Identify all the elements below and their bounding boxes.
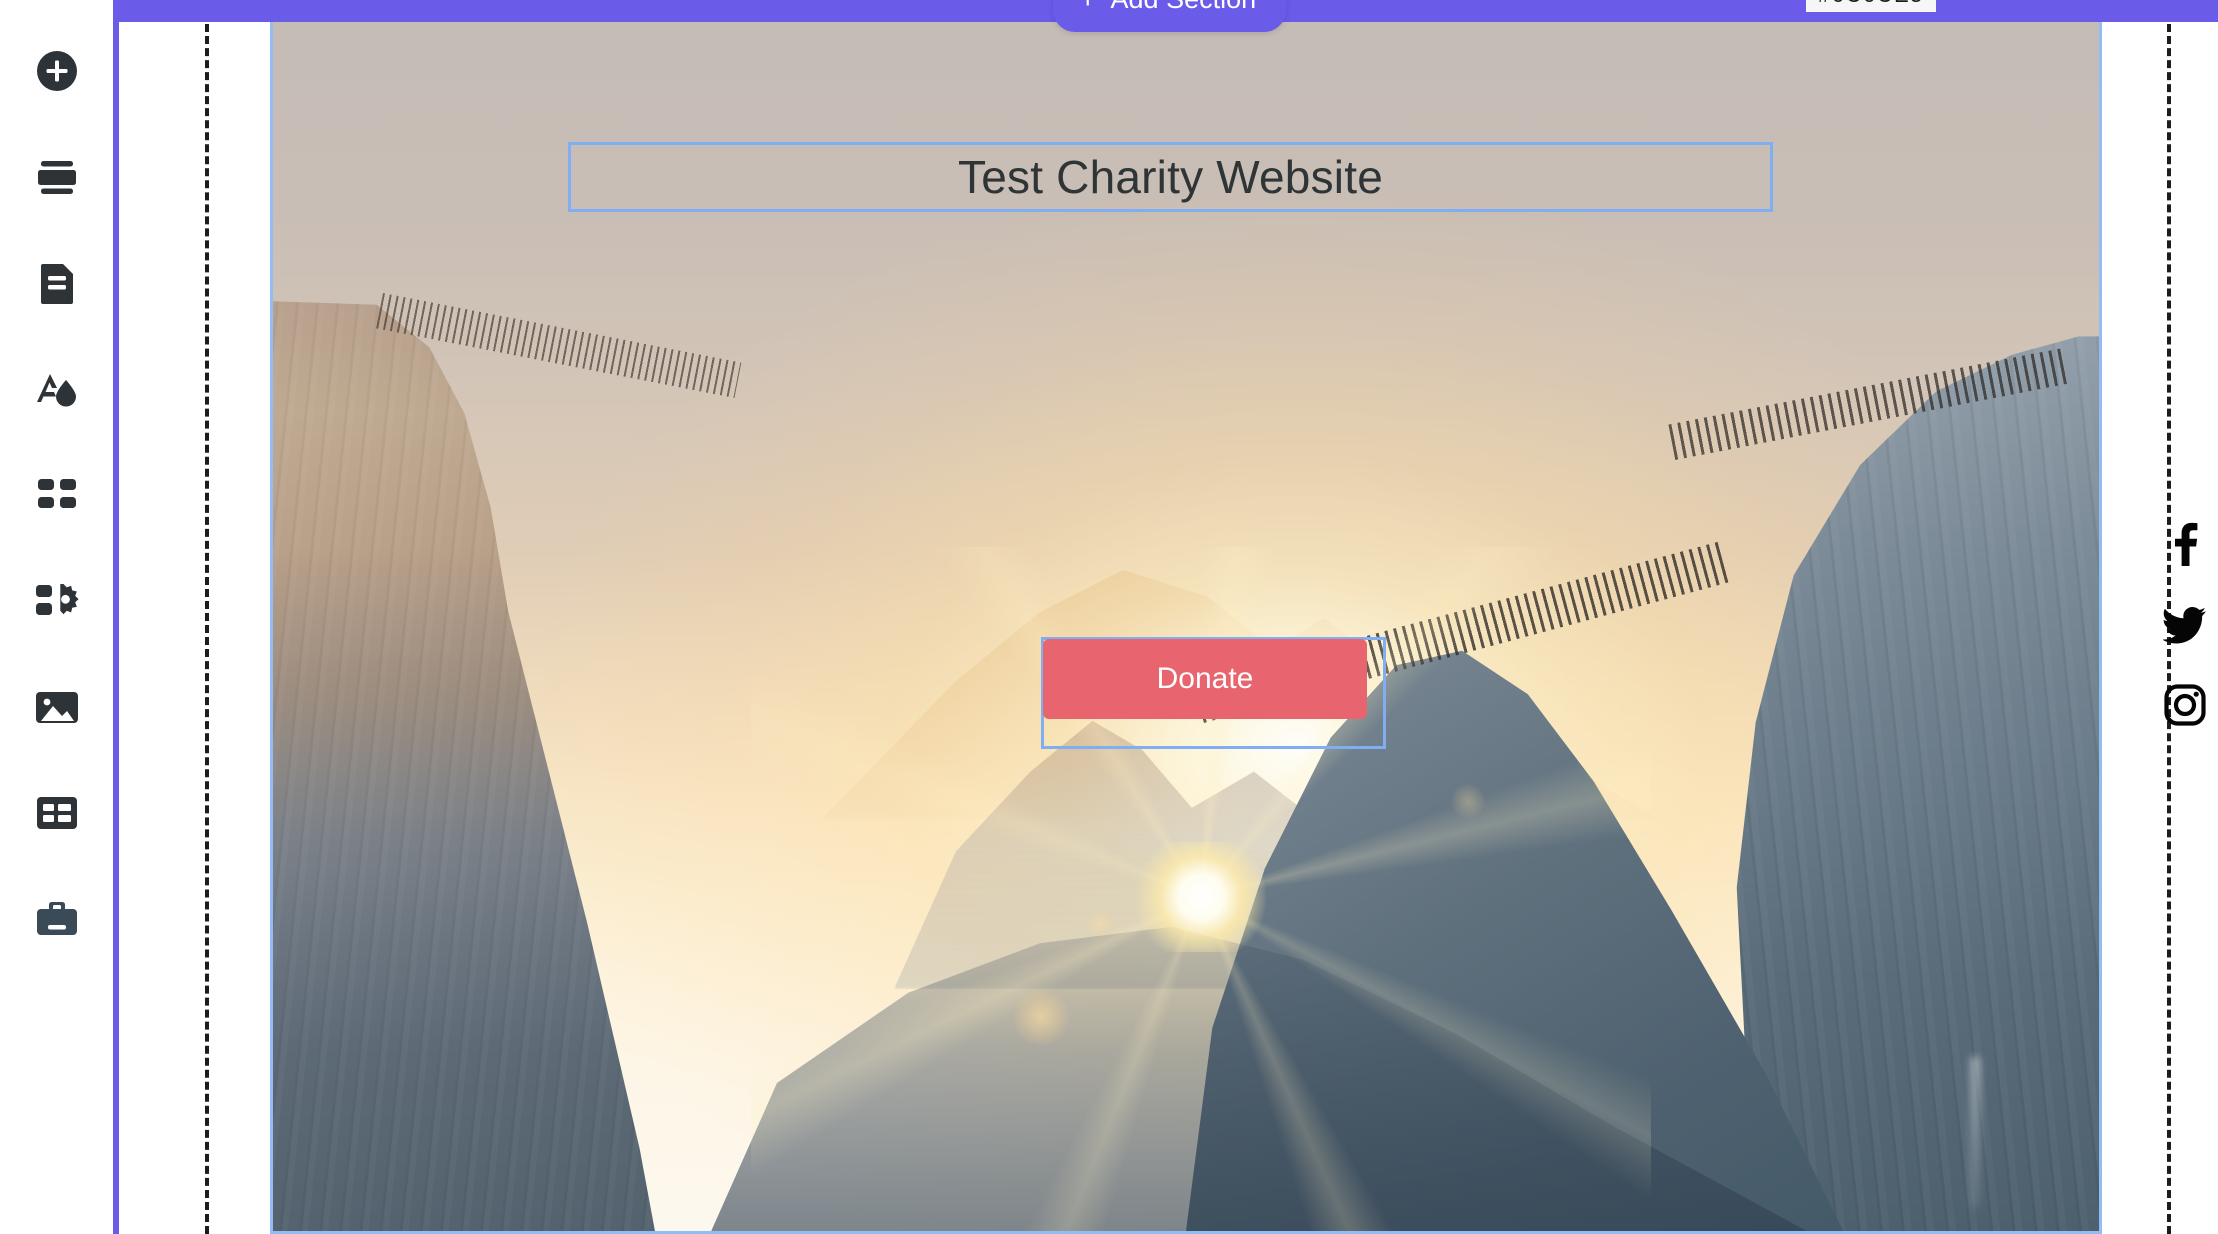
briefcase-icon <box>35 900 79 938</box>
plus-icon: + <box>1079 0 1097 14</box>
heading-element-selection[interactable]: Test Charity Website <box>568 142 1773 212</box>
typography-color-icon <box>33 368 81 410</box>
sidebar-item-pages[interactable] <box>0 230 113 336</box>
sidebar-item-media[interactable] <box>0 654 113 760</box>
page-icon <box>37 261 77 305</box>
sections-icon <box>35 157 79 197</box>
social-links-rail <box>2152 520 2218 726</box>
sidebar-item-layout[interactable] <box>0 760 113 866</box>
sidebar-item-add[interactable] <box>0 18 113 124</box>
facebook-icon[interactable] <box>2168 520 2202 566</box>
twitter-icon[interactable] <box>2161 606 2207 644</box>
tool-sidebar <box>0 0 113 1234</box>
sidebar-item-apps[interactable] <box>0 442 113 548</box>
add-section-button[interactable]: + Add Section <box>1053 0 1287 32</box>
layout-table-icon <box>35 795 79 831</box>
hero-content: Test Charity Website Donate <box>273 22 2099 1231</box>
editor-root: Test Charity Website Donate <box>0 0 2218 1234</box>
page-title[interactable]: Test Charity Website <box>958 150 1383 204</box>
guide-line-left <box>205 0 209 1234</box>
color-value-chip: #6C6CE5 <box>1806 0 1936 12</box>
sidebar-item-blocks[interactable] <box>0 548 113 654</box>
plus-circle-icon <box>35 49 79 93</box>
donate-button[interactable]: Donate <box>1043 639 1367 719</box>
grid-apps-icon <box>35 477 79 513</box>
instagram-icon[interactable] <box>2164 684 2206 726</box>
sidebar-item-theme[interactable] <box>0 336 113 442</box>
site-canvas[interactable]: Test Charity Website Donate <box>270 22 2102 1234</box>
donate-element-selection[interactable]: Donate <box>1041 637 1386 749</box>
image-icon <box>34 688 80 726</box>
sidebar-item-business[interactable] <box>0 866 113 972</box>
sidebar-item-sections[interactable] <box>0 124 113 230</box>
blocks-settings-icon <box>34 582 80 620</box>
add-section-label: Add Section <box>1111 0 1257 15</box>
